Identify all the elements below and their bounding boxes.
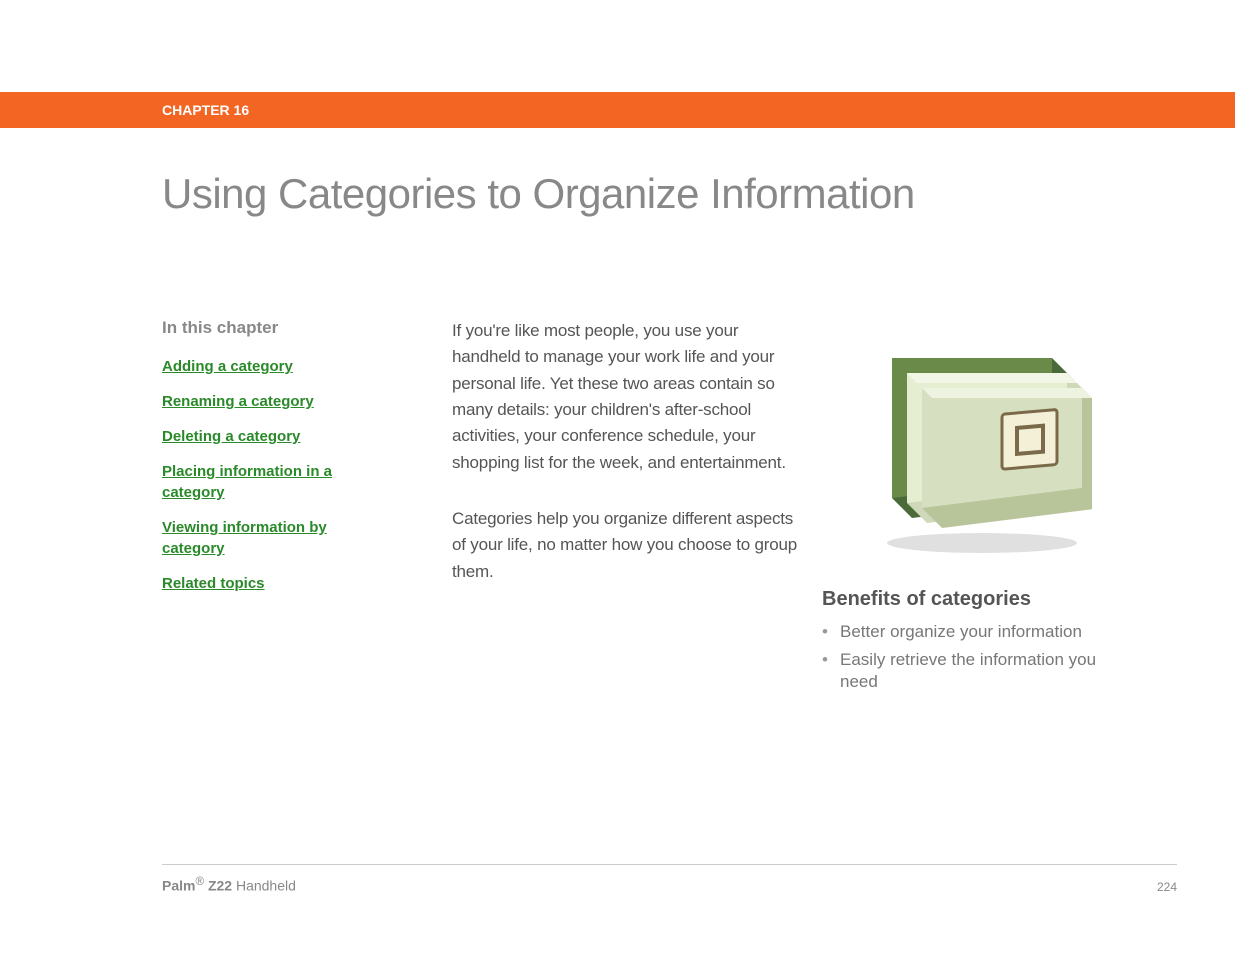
intro-para-2: Categories help you organize different a… <box>452 506 802 585</box>
columns: In this chapter Adding a category Renami… <box>162 318 1177 699</box>
benefits-heading: Benefits of categories <box>822 588 1177 611</box>
categories-illustration-icon <box>832 318 1092 558</box>
footer-reg: ® <box>195 875 204 888</box>
footer-product: Palm® Z22 Handheld <box>162 875 296 894</box>
body-column: If you're like most people, you use your… <box>452 318 822 699</box>
footer-model: Z22 <box>204 878 232 894</box>
benefits-section: Benefits of categories Better organize y… <box>822 588 1177 693</box>
toc-link-deleting[interactable]: Deleting a category <box>162 426 372 447</box>
right-column: Benefits of categories Better organize y… <box>822 318 1177 699</box>
content: Using Categories to Organize Information… <box>0 128 1235 699</box>
footer-brand: Palm <box>162 878 195 894</box>
page-title: Using Categories to Organize Information <box>162 170 1177 218</box>
chapter-bar: CHAPTER 16 <box>0 92 1235 128</box>
page-footer: Palm® Z22 Handheld 224 <box>162 864 1177 894</box>
toc: In this chapter Adding a category Renami… <box>162 318 452 699</box>
toc-link-placing[interactable]: Placing information in a category <box>162 461 372 503</box>
chapter-label: CHAPTER 16 <box>162 102 249 118</box>
toc-link-renaming[interactable]: Renaming a category <box>162 391 372 412</box>
toc-link-viewing[interactable]: Viewing information by category <box>162 517 372 559</box>
toc-link-related[interactable]: Related topics <box>162 573 372 594</box>
footer-suffix: Handheld <box>232 878 296 894</box>
intro-para-1: If you're like most people, you use your… <box>452 318 802 476</box>
benefit-item: Better organize your information <box>822 621 1102 643</box>
footer-page-number: 224 <box>1157 880 1177 894</box>
toc-link-adding[interactable]: Adding a category <box>162 356 372 377</box>
toc-heading: In this chapter <box>162 318 452 338</box>
benefit-item: Easily retrieve the information you need <box>822 649 1102 693</box>
benefits-list: Better organize your information Easily … <box>822 621 1177 693</box>
